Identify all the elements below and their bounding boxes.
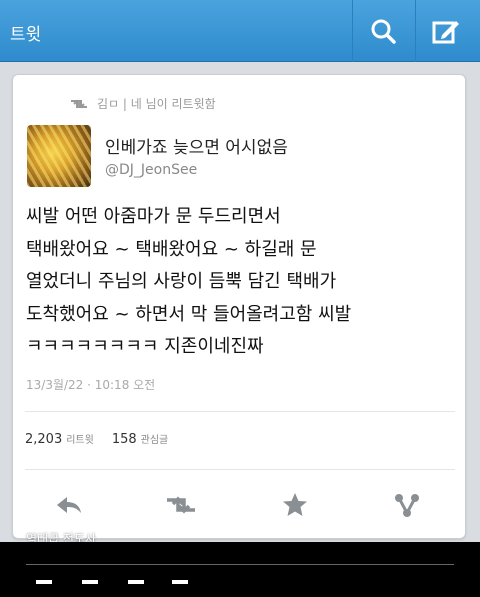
- cropped-glyph: [128, 580, 144, 584]
- search-icon: [371, 19, 396, 44]
- share-button[interactable]: [385, 485, 429, 525]
- bottom-overlay: [0, 542, 480, 597]
- cropped-glyph: [82, 580, 98, 584]
- tweet-timestamp: 13/3월/22 · 10:18 오전: [26, 378, 156, 392]
- divider: [25, 411, 455, 412]
- retweet-small-icon: [71, 99, 87, 108]
- retweeted-by-line: 김ㅁ | 네 님이 리트윗함: [69, 95, 216, 112]
- divider: [26, 564, 454, 565]
- star-icon: [283, 493, 307, 516]
- reply-icon: [57, 497, 81, 513]
- top-bar: 트윗: [0, 0, 480, 62]
- favorite-button[interactable]: [273, 485, 317, 525]
- tweet-text: 씨발 어떤 아줌마가 문 두드리면서 택배왔어요 ~ 택배왔어요 ~ 하길래 문…: [26, 206, 352, 357]
- retweet-icon: [167, 496, 195, 514]
- retweet-button[interactable]: [159, 485, 203, 525]
- compose-button[interactable]: [415, 0, 475, 62]
- tweet-stats: 2,203 리트윗 158 관심글: [25, 431, 182, 447]
- compose-icon: [432, 21, 459, 44]
- search-button[interactable]: [352, 0, 412, 62]
- favorite-count[interactable]: 158: [112, 432, 137, 447]
- cropped-glyph: [36, 580, 52, 584]
- tweet-card: 김ㅁ | 네 님이 리트윗함 인베가죠 늦으면 어시없음 @DJ_JeonSee…: [12, 74, 466, 539]
- cropped-glyph: [172, 580, 188, 584]
- author-name[interactable]: 인베가죠 늦으면 어시없음: [105, 133, 288, 158]
- retweeted-by-text: 김ㅁ | 네 님이 리트윗함: [97, 97, 216, 111]
- page-title: 트윗: [10, 25, 42, 45]
- retweet-count[interactable]: 2,203: [25, 432, 62, 447]
- retweet-count-label: 리트윗: [66, 435, 94, 446]
- share-icon: [395, 494, 419, 517]
- tweet-actions: [13, 485, 467, 525]
- avatar[interactable]: [27, 125, 91, 187]
- favorite-count-label: 관심글: [140, 435, 169, 446]
- author-handle[interactable]: @DJ_JeonSee: [105, 162, 197, 178]
- reply-button[interactable]: [47, 485, 91, 525]
- divider: [25, 469, 455, 470]
